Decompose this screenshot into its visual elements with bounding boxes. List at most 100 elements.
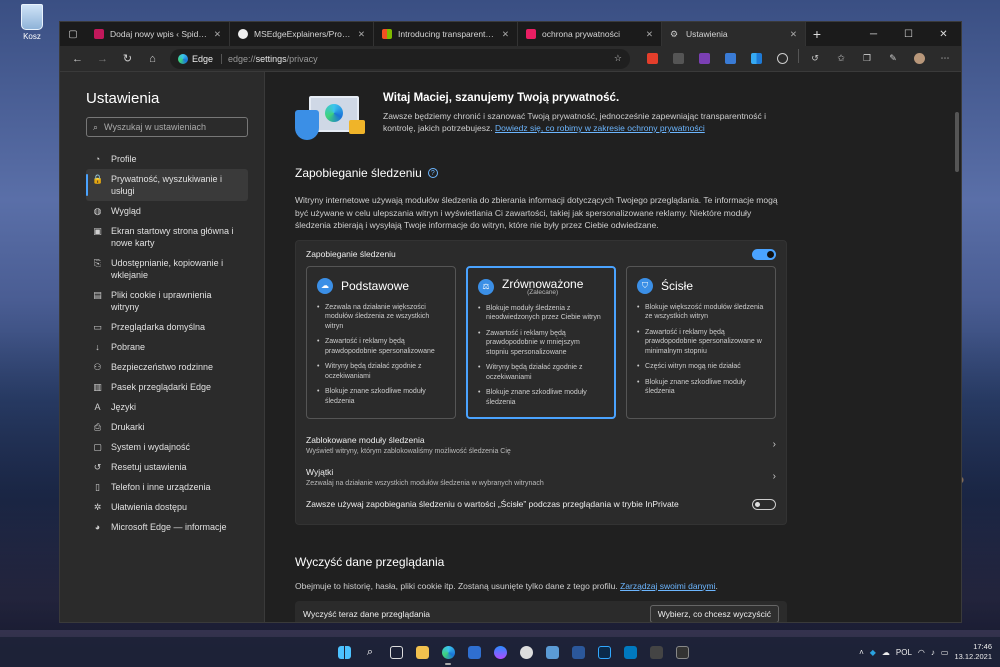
office-icon[interactable] xyxy=(642,49,662,69)
trello-icon[interactable] xyxy=(620,642,640,662)
edge-badge: Edge xyxy=(178,53,223,64)
favorite-star-icon[interactable]: ☆ xyxy=(614,53,622,64)
volume-icon[interactable]: ♪ xyxy=(931,648,935,657)
exceptions-row[interactable]: Wyjątki Zezwalaj na działanie wszystkich… xyxy=(306,461,776,493)
mode-bullet: Części witryn mogą nie działać xyxy=(637,362,765,372)
sidebar-item-cookie[interactable]: ▤ Pliki cookie i uprawnienia witryny xyxy=(86,285,248,317)
mode-balanced[interactable]: ⚖Zrównoważone(Zalecane)Blokuje moduły śl… xyxy=(466,265,617,419)
sidebar-item-family[interactable]: ⚇ Bezpieczeństwo rodzinne xyxy=(86,357,248,377)
close-window-icon[interactable]: ✕ xyxy=(926,22,961,46)
settings-search[interactable]: ⌕ xyxy=(86,117,248,137)
mode-basic[interactable]: ☁ Podstawowe Zezwala na działanie większoś… xyxy=(306,265,456,419)
privacy-hero: Witaj Maciej, szanujemy Twoją prywatność… xyxy=(295,92,785,148)
sidebar-item-edge[interactable]: ◕ Microsoft Edge — informacje xyxy=(86,517,248,537)
tab-microsoft[interactable]: Introducing transparent ads in M... ✕ xyxy=(374,22,518,46)
sidebar-bar-icon: ▥ xyxy=(93,382,102,392)
recycle-bin[interactable]: Kosz xyxy=(14,4,50,41)
sidebar-item-printer[interactable]: ⎙ Drukarki xyxy=(86,417,248,437)
file-explorer-icon[interactable] xyxy=(412,642,432,662)
sidebar-item-share[interactable]: ⎘ Udostępnianie, kopiowanie i wklejanie xyxy=(86,253,248,285)
minimize-icon[interactable]: ─ xyxy=(856,22,891,46)
close-icon[interactable]: ✕ xyxy=(502,29,509,40)
close-icon[interactable]: ✕ xyxy=(358,29,365,40)
extension-icon[interactable] xyxy=(720,49,740,69)
mode-strict[interactable]: ⛉ Ścisłe Blokuje większość modułów śledzen… xyxy=(626,265,777,419)
sidebar-item-palette[interactable]: ◍ Wygląd xyxy=(86,201,248,221)
close-icon[interactable]: ✕ xyxy=(646,29,653,40)
scrollbar[interactable] xyxy=(955,112,959,172)
tab-github[interactable]: MSEdgeExplainers/Program-Over... ✕ xyxy=(230,22,374,46)
copilot-icon[interactable] xyxy=(772,49,792,69)
tab-spiders-web[interactable]: Dodaj nowy wpis ‹ Spider's Web ✕ xyxy=(86,22,230,46)
edge-taskbar-icon[interactable] xyxy=(438,642,458,665)
search-input[interactable] xyxy=(104,122,235,132)
history-icon[interactable]: ↺ xyxy=(805,49,825,69)
sidebar-item-phone[interactable]: ▯ Telefon i inne urządzenia xyxy=(86,477,248,497)
more-icon[interactable]: ⋯ xyxy=(935,49,955,69)
tab-settings[interactable]: ⚙ Ustawienia ✕ xyxy=(662,22,806,46)
tracking-toggle[interactable] xyxy=(752,248,776,260)
task-view-icon[interactable] xyxy=(386,642,406,662)
extension-badge-icon[interactable] xyxy=(668,49,688,69)
sidebar-item-sidebar-bar[interactable]: ▥ Pasek przeglądarki Edge xyxy=(86,377,248,397)
sidebar-item-reset[interactable]: ↺ Resetuj ustawienia xyxy=(86,457,248,477)
sidebar-item-system[interactable]: ▢ System i wydajność xyxy=(86,437,248,457)
cloud-icon[interactable]: ☁ xyxy=(882,648,890,657)
cookie-icon: ▤ xyxy=(93,290,102,300)
manage-data-link[interactable]: Zarządzaj swoimi danymi xyxy=(620,581,715,591)
back-icon[interactable]: ← xyxy=(66,48,89,70)
maximize-icon[interactable]: ☐ xyxy=(891,22,926,46)
gear-icon: ⚙ xyxy=(670,29,679,39)
search-icon[interactable]: ⌕ xyxy=(360,642,380,662)
forward-icon[interactable]: → xyxy=(91,48,114,70)
word-icon[interactable] xyxy=(568,642,588,662)
address-bar[interactable]: Edge edge://settings/privacy ☆ xyxy=(170,48,630,69)
messenger-icon[interactable] xyxy=(490,642,510,662)
favorites-icon[interactable]: ✩ xyxy=(831,49,851,69)
inprivate-strict-toggle[interactable] xyxy=(752,498,776,510)
blocked-trackers-row[interactable]: Zablokowane moduły śledzenia Wyświetl wi… xyxy=(306,429,776,461)
new-tab-button[interactable]: + xyxy=(806,22,828,46)
photos-icon[interactable] xyxy=(542,642,562,662)
chevron-up-icon[interactable]: ˄ xyxy=(859,648,864,657)
sidebar-item-language[interactable]: A Języki xyxy=(86,397,248,417)
start-icon[interactable] xyxy=(334,642,354,662)
sidebar-item-accessibility[interactable]: ✲ Ułatwienia dostępu xyxy=(86,497,248,517)
mode-bullet: Blokuje znane szkodliwe moduły śledzenia xyxy=(637,378,765,397)
sidebar-item-home-screen[interactable]: ▣ Ekran startowy strona główna i nowe kar… xyxy=(86,221,248,253)
telegram-icon[interactable]: ◆ xyxy=(870,648,876,657)
sidebar-item-lock[interactable]: 🔒 Prywatność, wyszukiwanie i usługi xyxy=(86,169,248,201)
lang-indicator[interactable]: POL xyxy=(896,648,912,657)
chevron-right-icon: › xyxy=(772,471,776,482)
windows-icon[interactable] xyxy=(746,49,766,69)
clock[interactable]: 17:46 13.12.2021 xyxy=(954,642,992,662)
sidebar-item-browser[interactable]: ▭ Przeglądarka domyślna xyxy=(86,317,248,337)
privacy-info-link[interactable]: Dowiedz się, co robimy w zakresie ochron… xyxy=(495,123,705,133)
chat-icon[interactable] xyxy=(516,642,536,662)
sidebar-item-label: Drukarki xyxy=(111,422,145,432)
terminal-icon[interactable] xyxy=(672,642,692,662)
store-icon[interactable] xyxy=(464,642,484,662)
profile-avatar[interactable] xyxy=(909,49,929,69)
mode-name: Podstawowe xyxy=(341,278,410,293)
help-icon[interactable]: ? xyxy=(427,168,438,178)
sidebar-item-download[interactable]: ↓ Pobrane xyxy=(86,337,248,357)
collections-icon[interactable]: ❐ xyxy=(857,49,877,69)
battery-icon[interactable]: ▭ xyxy=(941,648,949,657)
onenote-icon[interactable] xyxy=(694,49,714,69)
home-icon[interactable]: ⌂ xyxy=(141,48,164,70)
phone-icon: ▯ xyxy=(95,482,100,492)
extensions-icon[interactable]: ✎ xyxy=(883,49,903,69)
tab-privacy[interactable]: ochrona prywatności ✕ xyxy=(518,22,662,46)
url-text: edge://settings/privacy xyxy=(228,53,318,64)
close-icon[interactable]: ✕ xyxy=(790,29,797,40)
app-icon[interactable] xyxy=(646,642,666,662)
choose-what-to-clear-button[interactable]: Wybierz, co chcesz wyczyścić xyxy=(649,604,779,622)
tab-actions-icon[interactable]: ▢ xyxy=(60,22,86,46)
photoshop-icon[interactable] xyxy=(594,642,614,662)
sidebar-item-user[interactable]: ◔ Profile xyxy=(86,149,248,169)
refresh-icon[interactable]: ↻ xyxy=(116,48,139,70)
wifi-icon[interactable]: ◠ xyxy=(918,648,925,657)
close-icon[interactable]: ✕ xyxy=(214,29,221,40)
tab-favicon xyxy=(382,29,392,39)
